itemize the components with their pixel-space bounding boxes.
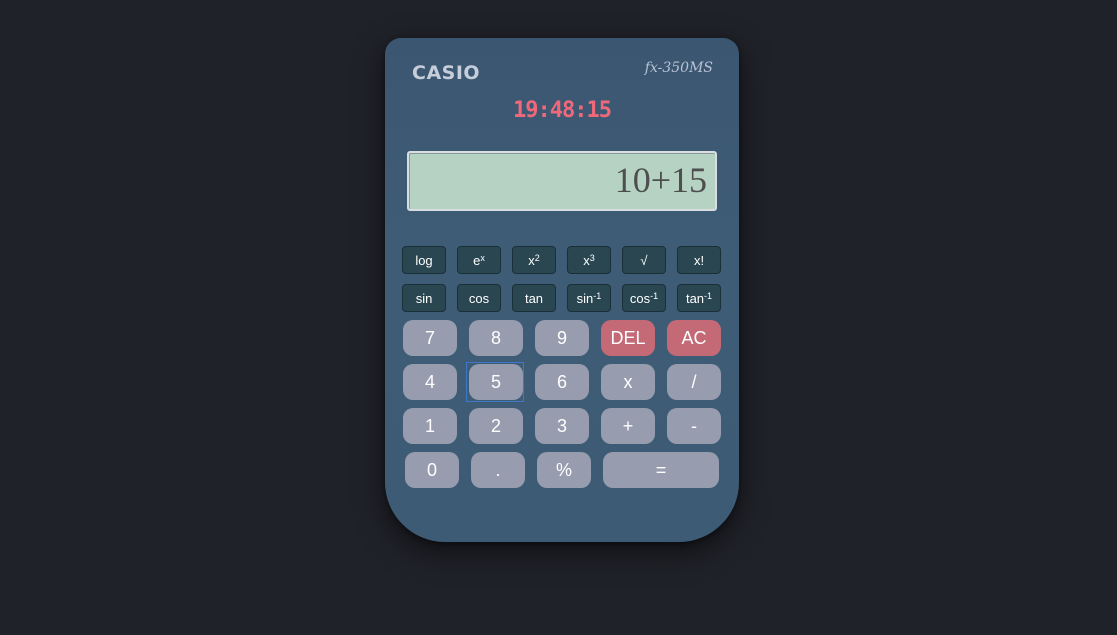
multiply-button[interactable]: x: [601, 364, 655, 400]
key-9[interactable]: 9: [535, 320, 589, 356]
sci-key-superscript: 3: [589, 253, 595, 263]
model-name: fx-350MS: [644, 60, 713, 76]
key-3[interactable]: 3: [535, 408, 589, 444]
factorial-button[interactable]: x!: [677, 246, 721, 274]
sci-key-label: tan: [685, 290, 705, 306]
sci-key-label: e: [473, 252, 481, 268]
sci-key-label: log: [415, 252, 433, 268]
clock-display: 19:48:15: [513, 98, 612, 123]
sci-key-label: cos: [629, 290, 651, 306]
sci-key-superscript: x: [480, 253, 485, 263]
sci-key-superscript: 2: [534, 253, 540, 263]
exp-button[interactable]: ex: [457, 246, 501, 274]
key-4[interactable]: 4: [403, 364, 457, 400]
arcsin-button[interactable]: sin -1: [567, 284, 611, 312]
sci-key-label: x!: [693, 252, 705, 268]
square-button[interactable]: x2: [512, 246, 556, 274]
sci-key-label: tan: [524, 290, 544, 306]
key-0[interactable]: 0: [405, 452, 459, 488]
key-2[interactable]: 2: [469, 408, 523, 444]
sci-key-superscript: -1: [704, 291, 713, 301]
cube-button[interactable]: x3: [567, 246, 611, 274]
key-7[interactable]: 7: [403, 320, 457, 356]
add-button[interactable]: +: [601, 408, 655, 444]
sin-button[interactable]: sin: [402, 284, 446, 312]
decimal-button[interactable]: .: [471, 452, 525, 488]
arctan-button[interactable]: tan -1: [677, 284, 721, 312]
sci-key-label: cos: [468, 290, 490, 306]
divide-button[interactable]: /: [667, 364, 721, 400]
sci-key-superscript: -1: [650, 291, 659, 301]
percent-button[interactable]: %: [537, 452, 591, 488]
brand-logo: CASIO: [412, 62, 481, 84]
equals-button[interactable]: =: [603, 452, 719, 488]
arccos-button[interactable]: cos -1: [622, 284, 666, 312]
sci-key-label: sin: [576, 290, 594, 306]
key-6[interactable]: 6: [535, 364, 589, 400]
log-button[interactable]: log: [402, 246, 446, 274]
sci-key-label: sin: [415, 290, 433, 306]
screen-value: 10+15: [614, 160, 707, 200]
key-5[interactable]: 5: [469, 364, 523, 400]
tan-button[interactable]: tan: [512, 284, 556, 312]
key-8[interactable]: 8: [469, 320, 523, 356]
delete-button[interactable]: DEL: [601, 320, 655, 356]
sqrt-button[interactable]: √: [622, 246, 666, 274]
key-1[interactable]: 1: [403, 408, 457, 444]
sci-key-superscript: -1: [593, 291, 602, 301]
cos-button[interactable]: cos: [457, 284, 501, 312]
sci-key-label: √: [640, 252, 648, 268]
calculator-body: CASIO fx-350MS 19:48:15 10+15 7 8 9 DEL …: [385, 38, 739, 542]
all-clear-button[interactable]: AC: [667, 320, 721, 356]
calculator-screen: 10+15: [407, 151, 717, 211]
subtract-button[interactable]: -: [667, 408, 721, 444]
